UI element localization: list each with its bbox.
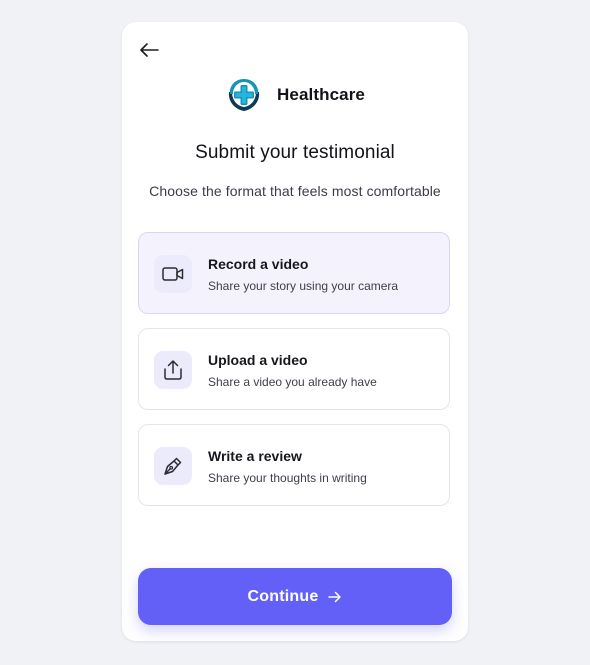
continue-button[interactable]: Continue xyxy=(138,568,452,625)
back-button[interactable] xyxy=(136,38,162,62)
option-upload-video[interactable]: Upload a video Share a video you already… xyxy=(138,328,450,410)
option-description: Share your story using your camera xyxy=(208,279,399,293)
brand-name: Healthcare xyxy=(277,85,365,104)
healthcare-logo-icon xyxy=(228,79,260,111)
arrow-left-icon xyxy=(140,43,159,57)
brand-header: Healthcare xyxy=(122,76,468,114)
option-title: Upload a video xyxy=(208,352,308,368)
video-camera-icon xyxy=(162,267,184,281)
option-write-review[interactable]: Write a review Share your thoughts in wr… xyxy=(138,424,450,506)
option-icon-box xyxy=(154,447,192,485)
upload-icon xyxy=(164,360,182,380)
continue-button-label: Continue xyxy=(247,587,319,605)
pen-icon xyxy=(164,457,182,475)
page-title: Submit your testimonial xyxy=(195,142,395,163)
option-icon-box xyxy=(154,255,192,293)
page-subtitle: Choose the format that feels most comfor… xyxy=(149,183,441,199)
option-description: Share your thoughts in writing xyxy=(208,471,367,485)
option-description: Share a video you already have xyxy=(208,375,377,389)
option-record-video[interactable]: Record a video Share your story using yo… xyxy=(138,232,450,314)
testimonial-card: Healthcare Submit your testimonial Choos… xyxy=(122,22,468,641)
option-title: Record a video xyxy=(208,256,309,272)
option-title: Write a review xyxy=(208,448,302,464)
arrow-right-icon xyxy=(328,591,342,602)
option-icon-box xyxy=(154,351,192,389)
